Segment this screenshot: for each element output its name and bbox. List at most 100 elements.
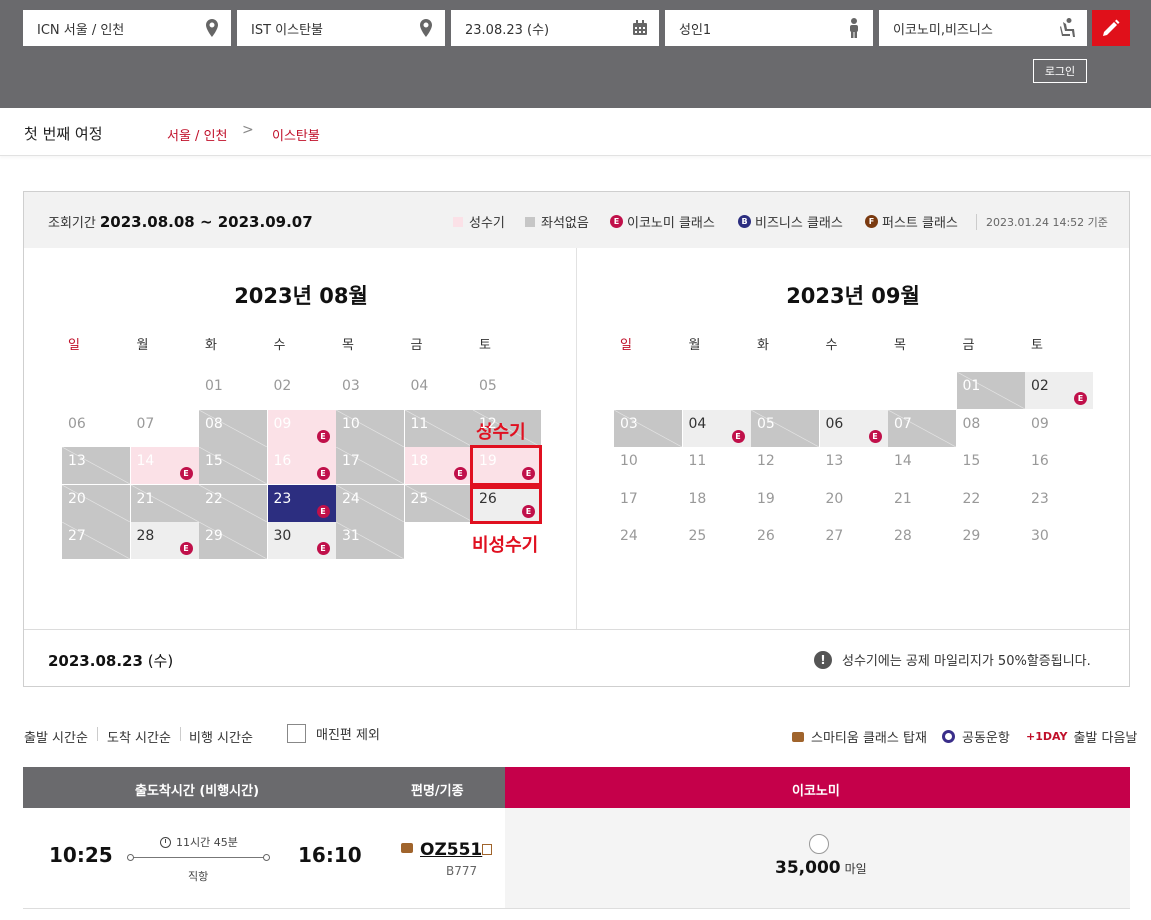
calendar-day[interactable]: 29 — [199, 522, 267, 560]
calendar-day[interactable]: 05 — [751, 409, 819, 447]
location-pin-icon — [417, 18, 435, 38]
day-number: 13 — [68, 453, 86, 470]
weekday-header: 토 — [479, 338, 491, 353]
passenger-field[interactable]: 성인1 — [665, 10, 873, 46]
cabin-value: 이코노미,비즈니스 — [893, 22, 993, 38]
economy-badge-icon: E — [868, 429, 882, 443]
calendar-day[interactable]: 28 E — [130, 522, 199, 560]
calendar-day[interactable]: 10 — [336, 409, 404, 447]
sort-arrival[interactable]: 도착 시간순 — [107, 727, 171, 746]
calendar-day: 29 — [957, 522, 1025, 559]
origin-value: ICN 서울 / 인천 — [37, 22, 125, 38]
calendar-day: 23 — [1025, 485, 1093, 522]
legend-no-seat: 좌석없음 — [525, 212, 589, 231]
calendar-day: 09 — [1025, 410, 1093, 447]
calendar-day[interactable]: 01 — [956, 372, 1025, 409]
calendar-day: 04 — [405, 372, 473, 409]
exclude-soldout-label[interactable]: 매진편 제외 — [316, 724, 380, 743]
calendar-day[interactable]: 21 — [130, 484, 199, 522]
calendar-day: 22 — [957, 485, 1025, 522]
calendar-day[interactable]: 31 — [336, 522, 404, 560]
origin-field[interactable]: ICN 서울 / 인천 — [23, 10, 231, 46]
clock-icon — [160, 836, 171, 848]
calendar-day[interactable]: 07 — [888, 409, 956, 447]
calendar-day[interactable]: 20 — [62, 484, 130, 522]
column-header-flight: 편명/기종 — [411, 784, 464, 799]
calendar-day[interactable]: 23 E — [267, 484, 336, 522]
calendar-day[interactable]: 24 — [336, 484, 404, 522]
journey-title: 첫 번째 여정 — [24, 125, 103, 143]
day-number: 24 — [342, 490, 360, 507]
calendar-day[interactable]: 14 E — [130, 447, 199, 485]
day-number: 27 — [68, 528, 86, 545]
calendar-day[interactable]: 02 E — [1025, 372, 1093, 409]
arrival-time: 16:10 — [298, 843, 362, 867]
day-number: 02 — [1031, 378, 1049, 394]
calendar-day[interactable]: 18 E — [404, 447, 473, 485]
calendar-day[interactable]: 30 E — [267, 522, 336, 560]
cabin-field[interactable]: 이코노미,비즈니스 — [879, 10, 1087, 46]
legend-first: F 퍼스트 클래스 — [865, 212, 958, 231]
flight-number-link[interactable]: OZ551 — [420, 840, 482, 860]
search-header: ICN 서울 / 인천 IST 이스탄불 23.08.23 (수) 성인1 이코… — [0, 0, 1151, 108]
modify-search-button[interactable] — [1092, 10, 1130, 46]
calendar-day[interactable]: 03 — [614, 409, 682, 447]
oneday-info: +1DAY 출발 다음날 — [1026, 730, 1138, 746]
month-title-august: 2023년 08월 — [234, 284, 368, 308]
calendar-day[interactable]: 17 — [336, 447, 404, 485]
calendar-day[interactable]: 13 — [62, 447, 130, 485]
calendar-day[interactable]: 22 — [199, 484, 267, 522]
day-number: 12 — [757, 453, 775, 470]
calendar-day: 12 — [751, 447, 819, 484]
date-field[interactable]: 23.08.23 (수) — [451, 10, 659, 46]
weekday-header: 목 — [342, 338, 354, 353]
exclude-soldout-checkbox[interactable] — [287, 724, 306, 743]
economy-badge-icon: E — [316, 504, 330, 518]
day-number: 29 — [205, 528, 223, 545]
sort-duration[interactable]: 비행 시간순 — [189, 727, 253, 746]
calendar-day[interactable]: 04 E — [682, 409, 751, 447]
calendar-day[interactable]: 15 — [199, 447, 267, 485]
calendar-day[interactable]: 27 — [62, 522, 130, 560]
seat-icon — [1059, 18, 1077, 38]
calendar-day: 11 — [683, 447, 751, 484]
calendar-day: 01 — [199, 372, 267, 409]
legend-peak: 성수기 — [453, 212, 505, 231]
calendar-day: 14 — [888, 447, 956, 484]
day-number: 01 — [962, 378, 981, 394]
day-number: 19 — [757, 490, 775, 507]
economy-fare-radio[interactable] — [809, 834, 829, 854]
economy-badge-icon: E — [316, 429, 330, 443]
login-button[interactable]: 로그인 — [1033, 59, 1087, 83]
day-number: 02 — [273, 378, 292, 394]
period-value: 2023.08.08 ~ 2023.09.07 — [99, 213, 313, 231]
calendar-day[interactable]: 06 E — [819, 409, 888, 447]
weekday-header: 수 — [825, 338, 838, 353]
weekday-header: 금 — [962, 338, 975, 353]
day-number: 23 — [273, 490, 292, 507]
calendar-day[interactable]: 09 E — [267, 409, 336, 447]
day-number: 18 — [688, 490, 707, 507]
month-title-september: 2023년 09월 — [786, 284, 920, 308]
destination-field[interactable]: IST 이스탄불 — [237, 10, 445, 46]
calendar-day[interactable]: 16 E — [267, 447, 336, 485]
day-number: 18 — [410, 453, 429, 470]
calendar-day: 03 — [336, 372, 404, 409]
search-period: 조회기간 2023.08.08 ~ 2023.09.07 — [48, 212, 313, 231]
economy-badge-icon: E — [1074, 392, 1087, 405]
calendar-day[interactable]: 08 — [199, 409, 267, 447]
day-number: 14 — [894, 453, 912, 470]
day-number: 09 — [273, 415, 292, 432]
flight-detail-icon[interactable] — [482, 844, 492, 855]
offpeak-annotation-label: 비성수기 — [472, 535, 539, 556]
day-number: 21 — [136, 490, 155, 507]
sort-departure[interactable]: 출발 시간순 — [24, 727, 88, 746]
day-number: 01 — [205, 378, 223, 394]
economy-badge-icon: E — [179, 467, 193, 481]
day-number: 08 — [962, 415, 981, 432]
economy-badge-icon: E — [453, 467, 467, 481]
smartium-seat-icon — [792, 731, 804, 742]
calendar-day: 27 — [820, 522, 888, 559]
calendar-day[interactable]: 25 — [404, 484, 473, 522]
calendar-day[interactable]: 11 — [404, 409, 473, 447]
